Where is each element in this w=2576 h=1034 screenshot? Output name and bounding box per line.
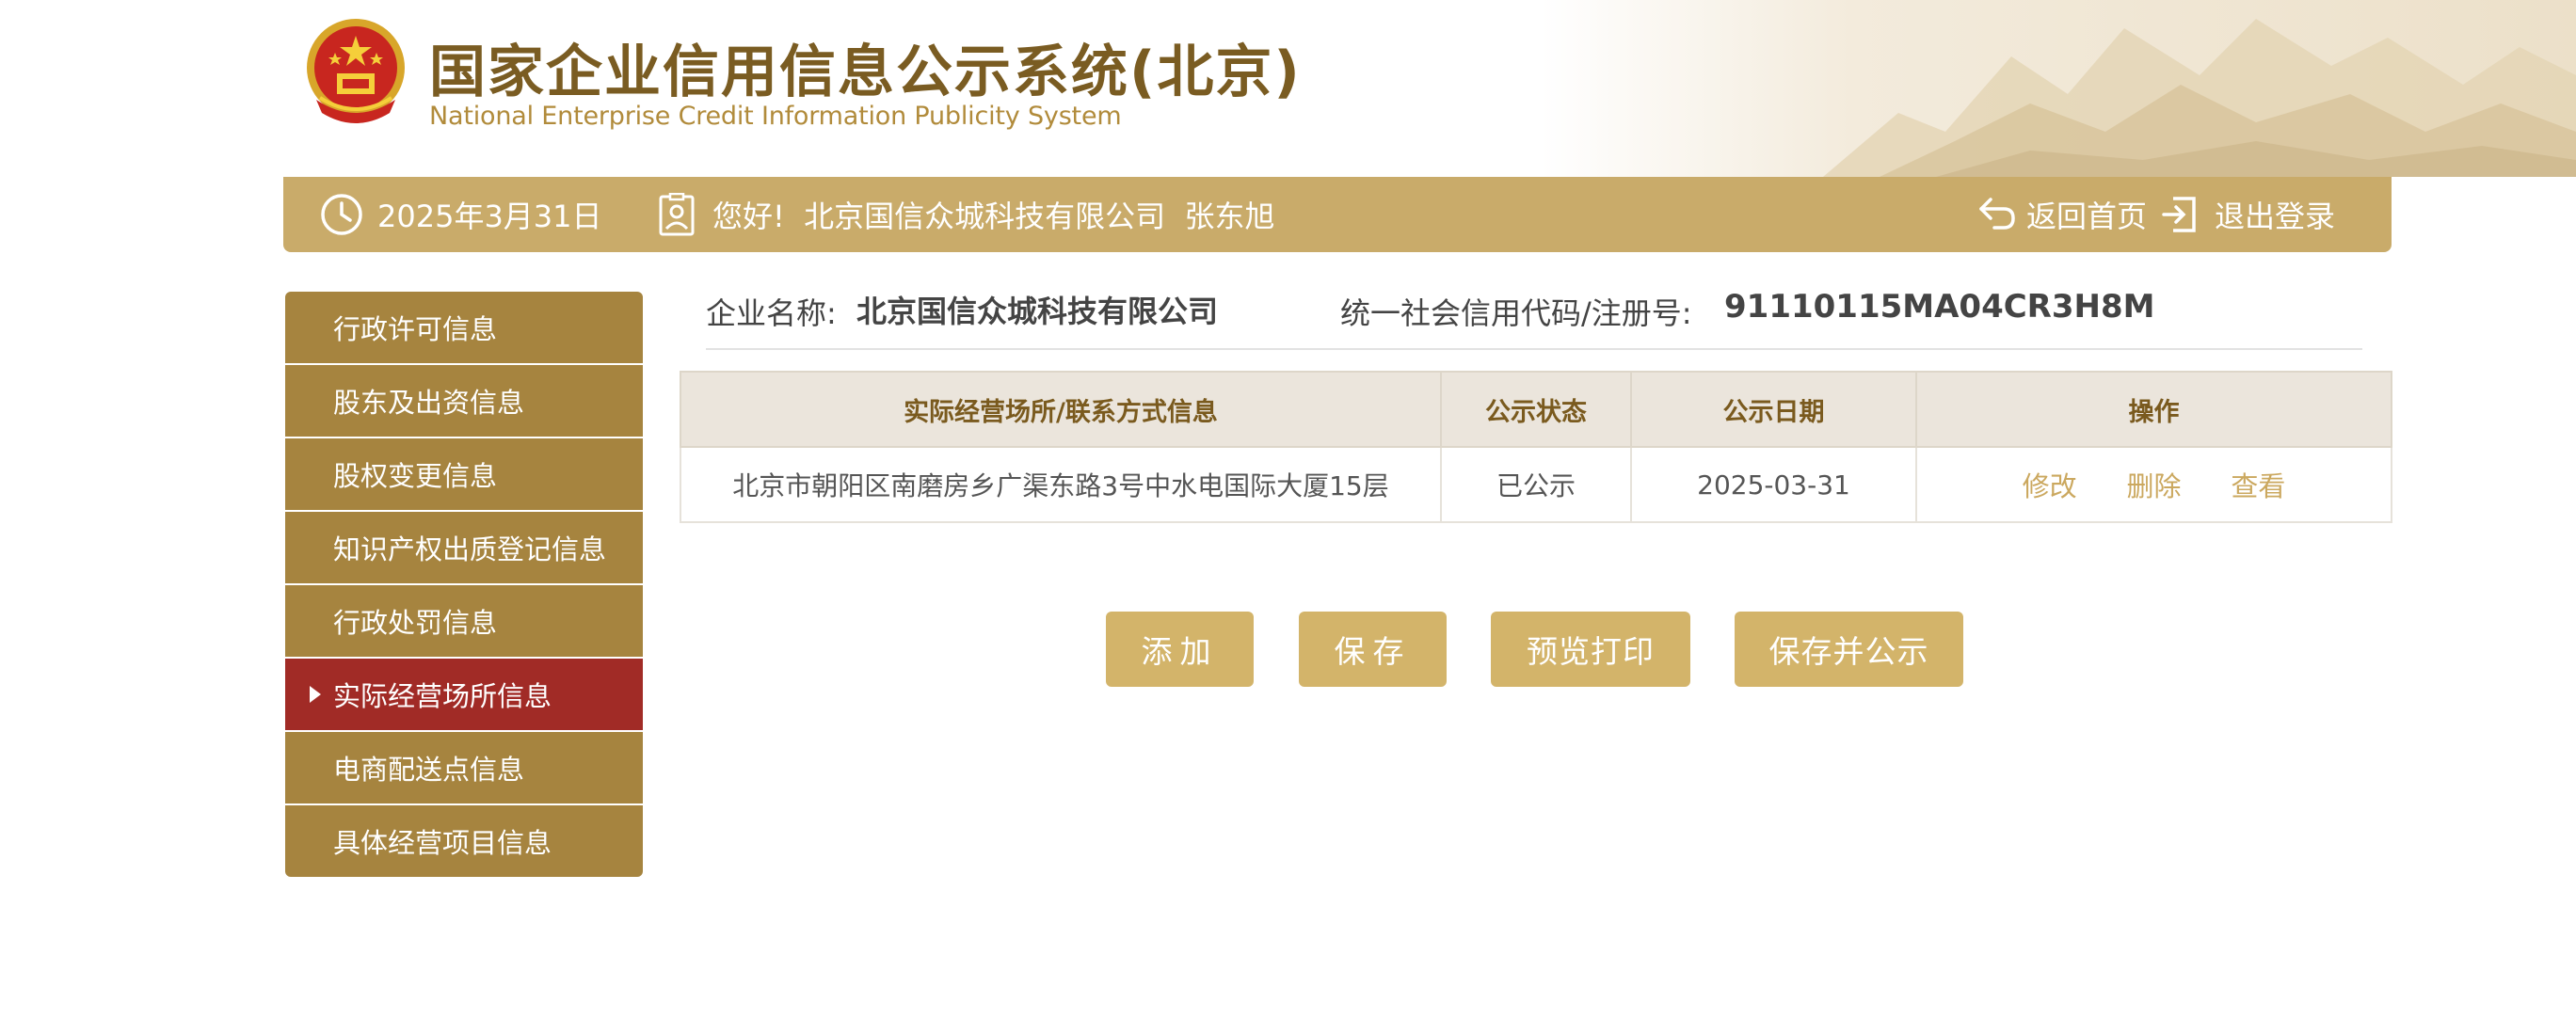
greeting-text: 您好! 北京国信众城科技有限公司 张东旭 xyxy=(712,199,1275,234)
sidebar-item-ip-pledge[interactable]: 知识产权出质登记信息 xyxy=(285,512,643,583)
top-bar: 2025年3月31日 您好! 北京国信众城科技有限公司 张东旭 返回首页 退出登… xyxy=(283,177,2392,252)
add-button[interactable]: 添加 xyxy=(1106,612,1254,687)
credit-code-label: 统一社会信用代码/注册号: xyxy=(1340,295,1692,331)
sidebar-item-label: 股东及出资信息 xyxy=(333,387,525,419)
home-link-label[interactable]: 返回首页 xyxy=(2026,193,2147,236)
column-header-status: 公示状态 xyxy=(1440,371,1632,448)
sidebar-item-label: 行政许可信息 xyxy=(333,313,498,345)
sidebar-item-equity-change[interactable]: 股权变更信息 xyxy=(285,438,643,510)
table-row: 北京市朝阳区南磨房乡广渠东路3号中水电国际大厦15层 已公示 2025-03-3… xyxy=(680,446,2392,523)
sidebar-item-label: 具体经营项目信息 xyxy=(333,827,552,859)
clock-icon xyxy=(321,194,362,235)
emblem-icon xyxy=(307,19,405,123)
return-icon xyxy=(1979,198,2015,230)
cell-date: 2025-03-31 xyxy=(1630,446,1917,523)
sidebar-item-label: 股权变更信息 xyxy=(333,460,498,492)
sidebar-item-label: 电商配送点信息 xyxy=(333,754,525,786)
logout-link-label[interactable]: 退出登录 xyxy=(2215,193,2335,236)
cell-address: 北京市朝阳区南磨房乡广渠东路3号中水电国际大厦15层 xyxy=(680,446,1442,523)
date-display: 2025年3月31日 xyxy=(319,177,602,252)
sidebar-item-business-projects[interactable]: 具体经营项目信息 xyxy=(285,805,643,877)
sidebar-item-label: 行政处罚信息 xyxy=(333,607,498,639)
table-header-row: 实际经营场所/联系方式信息 公示状态 公示日期 操作 xyxy=(680,371,2392,448)
sidebar-item-ecommerce-delivery[interactable]: 电商配送点信息 xyxy=(285,732,643,803)
view-link[interactable]: 查看 xyxy=(2231,470,2285,502)
edit-link[interactable]: 修改 xyxy=(2023,470,2077,502)
credit-code-value: 91110115MA04CR3H8M xyxy=(1724,288,2155,326)
site-title: 国家企业信用信息公示系统(北京) xyxy=(429,40,1302,105)
sidebar-item-actual-premises[interactable]: 实际经营场所信息 xyxy=(285,659,643,730)
home-link[interactable]: 返回首页 xyxy=(1976,177,2147,252)
logout-icon xyxy=(2162,197,2196,232)
user-greeting: 您好! 北京国信众城科技有限公司 张东旭 xyxy=(658,177,1275,252)
premises-table: 实际经营场所/联系方式信息 公示状态 公示日期 操作 北京市朝阳区南磨房乡广渠东… xyxy=(680,371,2392,523)
sidebar-item-administrative-license[interactable]: 行政许可信息 xyxy=(285,292,643,363)
site-subtitle: National Enterprise Credit Information P… xyxy=(429,102,1122,131)
sidebar-item-label: 知识产权出质登记信息 xyxy=(333,533,607,565)
mountain-landscape-icon xyxy=(1541,0,2576,177)
sidebar-item-shareholder-investment[interactable]: 股东及出资信息 xyxy=(285,365,643,437)
company-info: 企业名称: 北京国信众城科技有限公司 统一社会信用代码/注册号: 9111011… xyxy=(706,282,2362,350)
caret-right-icon xyxy=(310,686,321,703)
column-header-address: 实际经营场所/联系方式信息 xyxy=(680,371,1442,448)
logout-link[interactable]: 退出登录 xyxy=(2160,177,2335,252)
save-and-publish-button[interactable]: 保存并公示 xyxy=(1735,612,1963,687)
date-text: 2025年3月31日 xyxy=(377,199,602,234)
company-name-value: 北京国信众城科技有限公司 xyxy=(856,294,1219,329)
sidebar-item-administrative-penalty[interactable]: 行政处罚信息 xyxy=(285,585,643,657)
user-badge-icon xyxy=(659,193,695,236)
cell-actions: 修改 删除 查看 xyxy=(1915,446,2392,523)
site-header: 国家企业信用信息公示系统(北京) National Enterprise Cre… xyxy=(0,0,2576,177)
sidebar-item-label: 实际经营场所信息 xyxy=(333,680,552,712)
company-name-label: 企业名称: xyxy=(706,295,837,331)
delete-link[interactable]: 删除 xyxy=(2126,470,2181,502)
cell-status: 已公示 xyxy=(1440,446,1632,523)
column-header-actions: 操作 xyxy=(1915,371,2392,448)
preview-print-button[interactable]: 预览打印 xyxy=(1491,612,1690,687)
column-header-date: 公示日期 xyxy=(1630,371,1917,448)
sidebar-nav: 行政许可信息 股东及出资信息 股权变更信息 知识产权出质登记信息 行政处罚信息 … xyxy=(285,292,643,879)
save-button[interactable]: 保存 xyxy=(1299,612,1447,687)
